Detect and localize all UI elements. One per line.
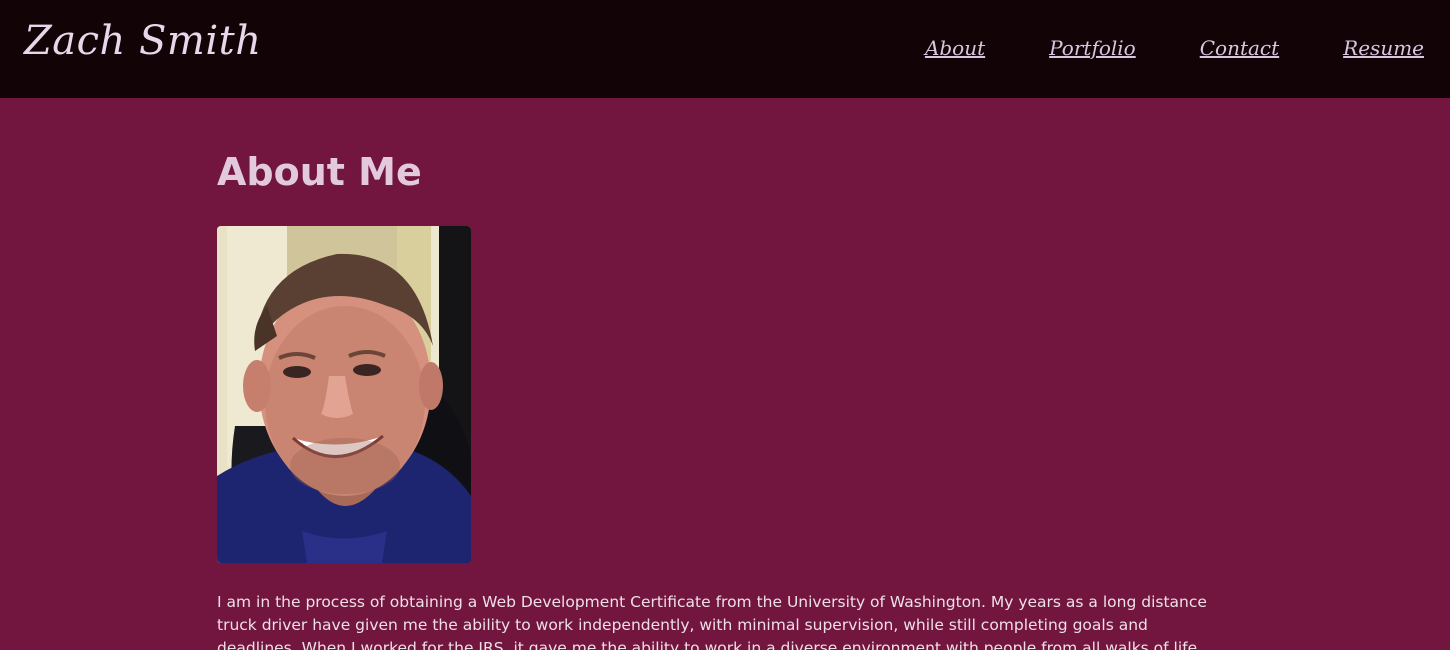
- nav-link-resume[interactable]: Resume: [1343, 36, 1424, 60]
- site-header: Zach Smith About Portfolio Contact Resum…: [0, 0, 1450, 98]
- bio-paragraph: I am in the process of obtaining a Web D…: [217, 593, 1207, 650]
- main-nav: About Portfolio Contact Resume: [861, 36, 1424, 60]
- profile-photo: [217, 226, 471, 563]
- about-section: About Me I am in the process of obtainin…: [217, 148, 1217, 650]
- page-title: About Me: [217, 150, 422, 194]
- nav-link-about[interactable]: About: [925, 36, 985, 60]
- nav-link-portfolio[interactable]: Portfolio: [1049, 36, 1136, 60]
- site-brand[interactable]: Zach Smith: [24, 18, 261, 64]
- nav-link-contact[interactable]: Contact: [1200, 36, 1279, 60]
